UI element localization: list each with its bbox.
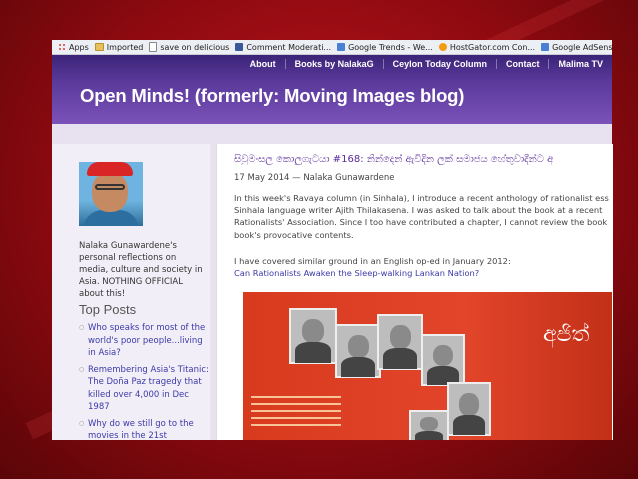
author-bio: Nalaka Gunawardene's personal reflection… bbox=[79, 241, 203, 299]
folder-icon bbox=[94, 43, 104, 51]
author-avatar bbox=[79, 162, 143, 226]
portrait bbox=[421, 334, 465, 386]
top-post-link[interactable]: Remembering Asia's Titanic: The Doña Paz… bbox=[79, 364, 209, 414]
top-posts-list: Who speaks for most of the world's poor … bbox=[79, 322, 209, 447]
site-title[interactable]: Open Minds! (formerly: Moving Images blo… bbox=[80, 85, 464, 107]
top-post-link[interactable]: Who speaks for most of the world's poor … bbox=[79, 322, 209, 360]
post-title[interactable]: සිවුමංසල කොලුගැටයා #168: නින්දෙන් ඇවිදින… bbox=[234, 154, 612, 165]
google-icon bbox=[541, 43, 550, 51]
page-icon bbox=[149, 42, 158, 52]
nav-malima-tv[interactable]: Malima TV bbox=[548, 59, 612, 69]
nav-books[interactable]: Books by NalakaG bbox=[284, 59, 383, 69]
paragraph-line: Rationalists' Association. Since I too h… bbox=[234, 217, 608, 228]
op-ed-link[interactable]: Can Rationalists Awaken the Sleep-walkin… bbox=[234, 268, 479, 278]
bookmark-label: Google AdSense bbox=[552, 42, 612, 52]
post-meta: 17 May 2014 — Nalaka Gunawardene bbox=[234, 173, 395, 183]
top-post-link[interactable]: Why do we still go to the movies in the … bbox=[79, 418, 209, 443]
portrait bbox=[377, 314, 423, 370]
bookmark-adsense[interactable]: Google AdSense bbox=[541, 43, 612, 52]
bookmark-comment-moderation[interactable]: Comment Moderati... bbox=[235, 43, 331, 52]
post-paragraph-2: I have covered similar ground in an Engl… bbox=[234, 256, 511, 266]
nav-contact[interactable]: Contact bbox=[495, 59, 549, 69]
facebook-icon bbox=[235, 43, 244, 51]
bookmarks-bar: Apps Imported save on delicious Comment … bbox=[52, 40, 612, 55]
paragraph-line: In this week's Ravaya column (in Sinhala… bbox=[234, 193, 609, 203]
google-icon bbox=[337, 43, 346, 51]
bookmark-delicious[interactable]: save on delicious bbox=[149, 42, 229, 52]
portrait bbox=[409, 410, 449, 440]
site-header: About Books by NalakaG Ceylon Today Colu… bbox=[52, 55, 612, 124]
portrait bbox=[289, 308, 337, 364]
apps-icon bbox=[58, 43, 66, 51]
book-cover-image: අජිත් bbox=[243, 292, 612, 440]
book-text-lines bbox=[251, 396, 341, 431]
hostgator-icon bbox=[438, 43, 447, 51]
main-nav: About Books by NalakaG Ceylon Today Colu… bbox=[241, 59, 612, 69]
bookmark-label: Apps bbox=[69, 42, 89, 52]
post-paragraph: In this week's Ravaya column (in Sinhala… bbox=[234, 192, 612, 241]
paragraph-line: Sinhala language writer Ajith Thilakasen… bbox=[234, 205, 603, 216]
bookmark-label: Imported bbox=[106, 42, 144, 52]
nav-about[interactable]: About bbox=[241, 59, 285, 69]
bookmark-google-trends[interactable]: Google Trends - We... bbox=[337, 43, 433, 52]
bookmark-label: Google Trends - We... bbox=[348, 42, 433, 52]
bookmark-imported[interactable]: Imported bbox=[94, 42, 144, 52]
top-posts-heading: Top Posts bbox=[79, 302, 137, 317]
book-cover-title: අජිත් bbox=[543, 322, 590, 347]
bookmark-label: save on delicious bbox=[160, 42, 230, 52]
nav-ceylon-today[interactable]: Ceylon Today Column bbox=[382, 59, 496, 69]
bookmark-label: Comment Moderati... bbox=[246, 42, 332, 52]
paragraph-line: book's provocative contents. bbox=[234, 229, 354, 240]
portrait bbox=[447, 382, 491, 436]
bookmark-apps[interactable]: Apps bbox=[58, 43, 89, 52]
bookmark-hostgator[interactable]: HostGator.com Con... bbox=[438, 42, 536, 52]
portrait bbox=[335, 324, 381, 378]
bookmark-label: HostGator.com Con... bbox=[449, 42, 536, 52]
